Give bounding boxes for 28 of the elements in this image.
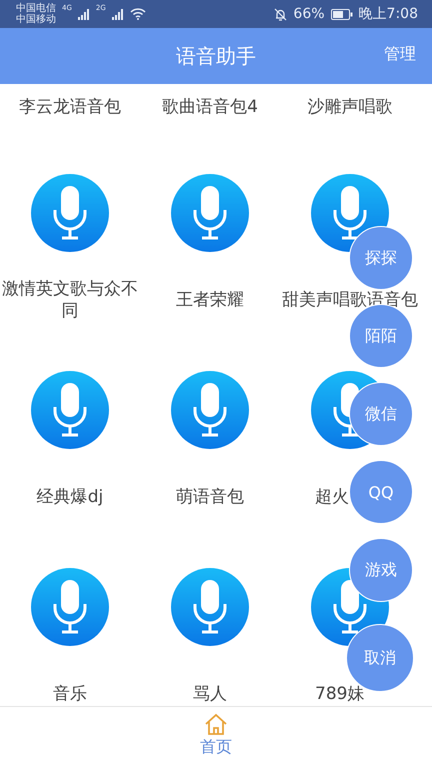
battery-percent: 66%: [293, 6, 325, 22]
header-title: 语音助手: [176, 42, 256, 70]
pack-label[interactable]: 歌曲语音包4: [162, 96, 258, 134]
microphone-icon: [31, 174, 109, 252]
pack-label[interactable]: 沙雕声唱歌: [308, 96, 392, 134]
pack-label[interactable]: 音乐: [53, 683, 87, 705]
pack-label[interactable]: 李云龙语音包: [19, 96, 121, 134]
battery-icon: [330, 8, 353, 20]
microphone-icon: [31, 371, 109, 449]
home-tab[interactable]: 首页: [190, 707, 242, 768]
pack-label[interactable]: 王者荣耀: [176, 289, 244, 311]
muted-bell-icon: [274, 8, 288, 20]
signal-icon: [112, 8, 124, 20]
microphone-icon: [171, 371, 249, 449]
clock-time: 晚上7:08: [358, 5, 418, 23]
microphone-icon: [31, 568, 109, 646]
microphone-icon: [171, 174, 249, 252]
pack-label[interactable]: 骂人: [193, 683, 227, 705]
pack-label[interactable]: 超火: [315, 486, 349, 508]
carrier-name: 中国移动: [16, 14, 56, 25]
microphone-icon: [171, 568, 249, 646]
home-icon: [204, 713, 228, 735]
signal-icon: [78, 8, 90, 20]
carrier-name: 中国电信: [16, 3, 56, 14]
pack-label[interactable]: 激情英文歌与众不同: [2, 278, 138, 322]
wifi-icon: [130, 8, 146, 20]
pack-label[interactable]: 经典爆dj: [36, 486, 104, 508]
pack-label[interactable]: 萌语音包: [176, 486, 244, 508]
